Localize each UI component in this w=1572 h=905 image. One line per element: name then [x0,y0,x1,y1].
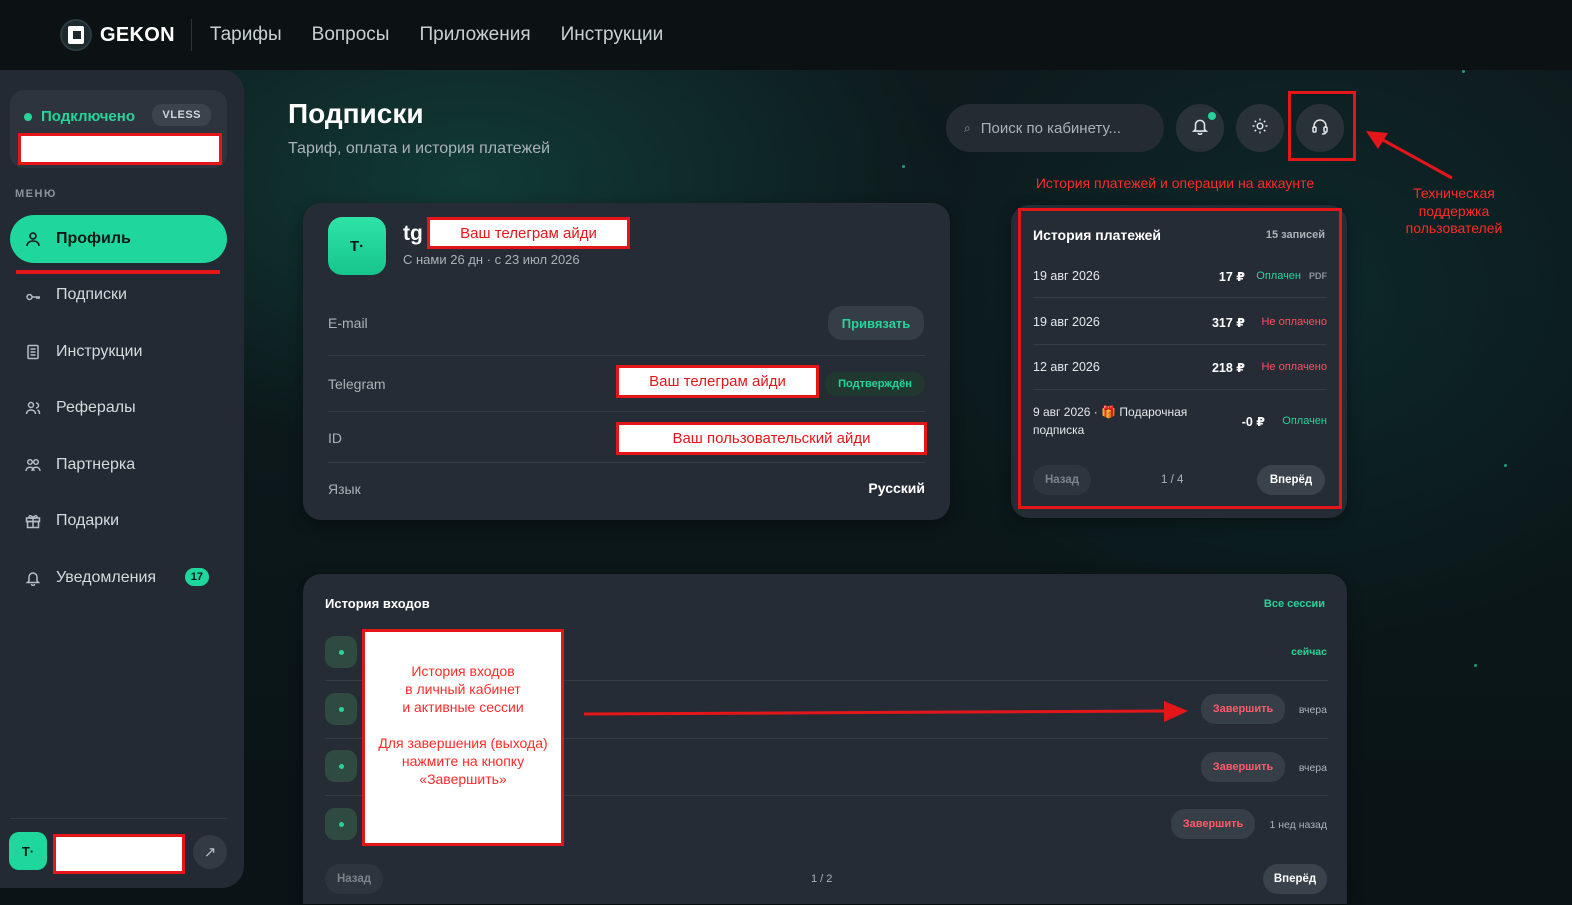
logo-icon [60,19,92,51]
email-label: E-mail [328,315,368,331]
document-icon [24,343,42,361]
notifications-button[interactable] [1176,104,1224,152]
decor-dot [902,165,905,168]
user-avatar[interactable]: T· [9,832,47,870]
device-icon [325,636,357,668]
unread-dot [1208,112,1216,120]
sessions-page-indicator: 1 / 2 [811,873,833,885]
sidebar-item-label: Партнерка [56,456,136,473]
telegram-label: Telegram [328,376,386,392]
connection-status-label: Подключено [41,108,135,125]
annotation-sessions-text-2: Для завершения (выхода) нажмите на кнопк… [378,735,548,787]
redacted-username [53,834,185,874]
sidebar-item-label: Рефералы [56,399,136,416]
device-icon [325,808,357,840]
sidebar-item-gifts[interactable]: Подарки [10,497,227,545]
page-title: Подписки [288,98,424,129]
profile-avatar: T· [328,217,386,275]
sidebar-item-label: Подарки [56,512,120,529]
nav-link-instructions[interactable]: Инструкции [561,24,664,46]
partners-icon [24,456,42,474]
search-icon: ⌕ [964,120,971,135]
end-session-button[interactable]: Завершить [1201,694,1285,724]
decor-dot [1474,664,1477,667]
key-icon [24,286,42,304]
connection-status: Подключено [24,108,135,125]
sessions-title: История входов [325,596,430,611]
protocol-badge: VLESS [152,104,211,126]
redacted-telegram: Ваш телеграм айди [616,365,819,398]
nav-link-apps[interactable]: Приложения [419,24,530,46]
session-time: сейчас [1291,646,1327,658]
session-time: вчера [1298,762,1327,774]
status-dot-icon [24,112,32,121]
annotation-payments-caption: История платежей и операции на аккаунте [1035,175,1315,191]
sidebar-item-label: Уведомления [56,569,157,586]
profile-since: С нами 26 дн · с 23 июл 2026 [403,252,580,267]
gift-icon [24,512,42,530]
annotation-arrow-icon [583,701,1188,722]
sidebar-item-label: Подписки [56,286,127,303]
annotation-support-highlight [1288,91,1356,161]
top-navigation: GEKON Тарифы Вопросы Приложения Инструкц… [0,0,1572,70]
annotation-arrow-icon [1366,131,1453,180]
notifications-count-badge: 17 [184,568,209,586]
bell-icon [24,569,42,587]
decor-dot [1504,464,1507,467]
page-subtitle: Тариф, оплата и история платежей [288,140,551,157]
settings-button[interactable] [1236,104,1284,152]
divider [328,355,925,356]
sessions-prev-button[interactable]: Назад [325,864,383,894]
sidebar-item-subscriptions[interactable]: Подписки [10,271,227,319]
session-time: 1 нед назад [1269,819,1327,831]
profile-card: T· tg Ваш телеграм айди С нами 26 дн · с… [303,203,950,520]
all-sessions-link[interactable]: Все сессии [1264,598,1325,610]
annotation-support-caption: Техническая поддержка пользователей [1405,185,1503,236]
sessions-next-button[interactable]: Вперёд [1263,864,1327,894]
end-session-button[interactable]: Завершить [1171,809,1255,839]
sidebar-item-partners[interactable]: Партнерка [10,441,227,489]
device-icon [325,750,357,782]
redacted-user-id: Ваш пользовательский айди [616,422,927,455]
link-email-button[interactable]: Привязать [828,306,924,340]
nav-divider [190,19,192,51]
redacted-telegram-id: Ваш телеграм айди [427,217,630,249]
language-label: Язык [328,481,361,497]
logo[interactable]: GEKON [60,19,175,51]
gear-icon [1250,116,1270,141]
sidebar-item-profile[interactable]: Профиль [10,215,227,263]
profile-handle-prefix: tg [403,222,423,245]
menu-label: МЕНЮ [15,188,57,200]
user-icon [24,230,42,248]
language-value[interactable]: Русский [868,480,925,496]
annotation-sessions-text-1: История входов в личный кабинет и активн… [402,663,524,715]
divider [328,462,925,463]
search-placeholder: Поиск по кабинету... [980,119,1121,137]
sidebar-item-notifications[interactable]: Уведомления 17 [10,554,227,602]
session-time: вчера [1298,704,1327,716]
divider [328,411,925,412]
sidebar-item-instructions[interactable]: Инструкции [10,328,227,376]
sidebar-item-label: Профиль [56,230,131,247]
decor-dot [1462,70,1465,73]
sidebar-item-referrals[interactable]: Рефералы [10,384,227,432]
nav-link-tariffs[interactable]: Тарифы [210,24,282,46]
id-label: ID [328,430,342,446]
sidebar: Подключено VLESS МЕНЮ Профиль Подписки И… [0,70,244,888]
open-external-button[interactable]: ↗ [193,835,227,869]
bell-icon [1191,117,1209,140]
annotation-payments-highlight [1018,208,1342,509]
search-input[interactable]: ⌕ Поиск по кабинету... [946,104,1164,152]
end-session-button[interactable]: Завершить [1201,752,1285,782]
nav-link-faq[interactable]: Вопросы [312,24,390,46]
users-icon [24,399,42,417]
sidebar-divider [10,818,227,819]
telegram-verified-badge: Подтверждён [825,372,925,396]
brand-name: GEKON [100,23,175,46]
annotation-sessions-note: История входов в личный кабинет и активн… [362,629,564,846]
redacted-connection-info [18,133,222,165]
device-icon [325,693,357,725]
arrow-up-right-icon: ↗ [203,844,217,861]
sidebar-item-label: Инструкции [56,343,143,360]
